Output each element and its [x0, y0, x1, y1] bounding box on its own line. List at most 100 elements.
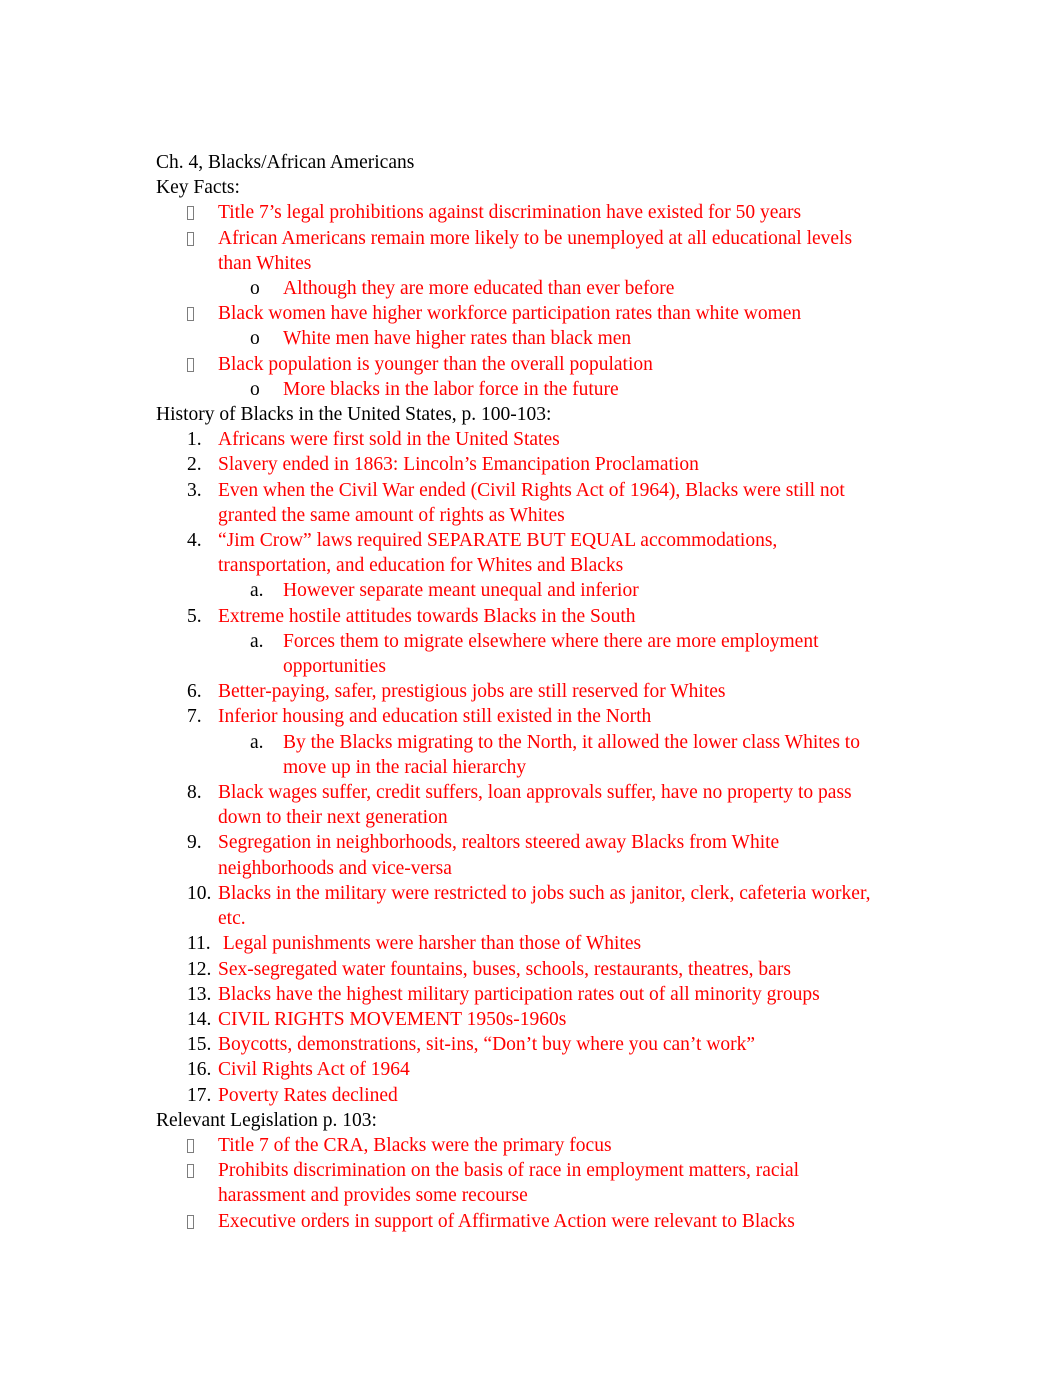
list-item-text: Executive orders in support of Affirmati… [218, 1210, 795, 1232]
list-item: a. However separate meant unequal and inf… [156, 578, 877, 603]
list-marker: 8. [187, 782, 202, 804]
list-item-text: However separate meant unequal and infer… [283, 580, 639, 602]
list-item: 12. Sex-segregated water fountains, buses… [156, 957, 877, 982]
list-marker: 12. [187, 958, 212, 980]
list-item: 10. Blacks in the military were restricte… [156, 881, 877, 931]
list-item-text: Sex-segregated water fountains, buses, s… [218, 958, 791, 980]
list-item: 4. “Jim Crow” laws required SEPARATE BUT … [156, 528, 877, 578]
list-item-text: Civil Rights Act of 1964 [218, 1059, 410, 1081]
section-heading: Key Facts: [156, 177, 240, 199]
list-item: 7. Inferior housing and education still e… [156, 704, 877, 729]
list-item-text: African Americans remain more likely to … [218, 227, 857, 274]
list-item: o More blacks in the labor force in the f… [156, 377, 877, 402]
missing-glyph-box-icon [187, 206, 194, 221]
list-item-text: Segregation in neighborhoods, realtors s… [218, 832, 785, 879]
list-marker: 7. [187, 706, 202, 728]
list-marker: 13. [187, 983, 212, 1005]
list-item: Title 7’s legal prohibitions against dis… [156, 200, 877, 225]
list-marker: o [250, 378, 260, 400]
list-item-text: Prohibits discrimination on the basis of… [218, 1160, 804, 1207]
list-item-text: Boycotts, demonstrations, sit-ins, “Don’… [218, 1034, 756, 1056]
list-item-text: Black wages suffer, credit suffers, loan… [218, 782, 857, 829]
missing-glyph-box-icon [187, 1164, 194, 1179]
list-item: Title 7 of the CRA, Blacks were the prim… [156, 1133, 877, 1158]
list-marker: 4. [187, 530, 202, 552]
missing-glyph-box-icon [187, 1138, 194, 1153]
list-item: o White men have higher rates than black … [156, 326, 877, 351]
document-body: Ch. 4, Blacks/African Americans Key Fact… [156, 150, 877, 1234]
list-marker: 11. [187, 933, 211, 955]
list-item-text: Although they are more educated than eve… [283, 278, 675, 300]
list-item: 9. Segregation in neighborhoods, realtors… [156, 830, 877, 880]
list-item-text: Inferior housing and education still exi… [218, 706, 652, 728]
list-item: 6. Better-paying, safer, prestigious jobs… [156, 679, 877, 704]
list-item: a. By the Blacks migrating to the North, … [156, 730, 877, 780]
list-item: 13. Blacks have the highest military part… [156, 982, 877, 1007]
list-item-text: White men have higher rates than black m… [283, 328, 632, 350]
bullet-marker-icon [187, 301, 218, 326]
list-item-text: Even when the Civil War ended (Civil Rig… [218, 479, 850, 526]
list-marker: 16. [187, 1059, 212, 1081]
list-item-text: Black population is younger than the ove… [218, 353, 653, 375]
list-item: African Americans remain more likely to … [156, 226, 877, 276]
list-marker: a. [250, 630, 264, 652]
list-item: 11. Legal punishments were harsher than … [156, 931, 877, 956]
list-marker: 15. [187, 1034, 212, 1056]
bullet-marker-icon [187, 200, 218, 225]
bullet-marker-icon [187, 1209, 218, 1234]
list-item-text: Africans were first sold in the United S… [218, 429, 560, 451]
list-marker: o [250, 328, 260, 350]
list-item-text: CIVIL RIGHTS MOVEMENT 1950s-1960s [218, 1008, 567, 1030]
list-item: a. Forces them to migrate elsewhere where… [156, 629, 877, 679]
list-item: 16. Civil Rights Act of 1964 [156, 1057, 877, 1082]
missing-glyph-box-icon [187, 1214, 194, 1229]
list-item: 14. CIVIL RIGHTS MOVEMENT 1950s-1960s [156, 1007, 877, 1032]
list-item: 3. Even when the Civil War ended (Civil R… [156, 478, 877, 528]
list-marker: 10. [187, 882, 212, 904]
list-item-text: Poverty Rates declined [218, 1084, 398, 1106]
list-marker: 5. [187, 605, 202, 627]
list-marker: 14. [187, 1008, 212, 1030]
list-item: Prohibits discrimination on the basis of… [156, 1158, 877, 1208]
list-item: 15. Boycotts, demonstrations, sit-ins, “D… [156, 1032, 877, 1057]
list-item: Black women have higher workforce partic… [156, 301, 877, 326]
list-marker: a. [250, 731, 264, 753]
list-item: Executive orders in support of Affirmati… [156, 1209, 877, 1234]
bullet-marker-icon [187, 1133, 218, 1158]
list-item: 8. Black wages suffer, credit suffers, lo… [156, 780, 877, 830]
list-item-text: Extreme hostile attitudes towards Blacks… [218, 605, 636, 627]
section-heading: History of Blacks in the United States, … [156, 404, 552, 426]
document-content: Key Facts: Title 7’s legal prohibitions a… [156, 175, 877, 1234]
list-item-text: Legal punishments were harsher than thos… [218, 933, 642, 955]
list-marker: 9. [187, 832, 202, 854]
list-item-text: By the Blacks migrating to the North, it… [283, 731, 865, 778]
list-marker: a. [250, 580, 264, 602]
list-item-text: Slavery ended in 1863: Lincoln’s Emancip… [218, 454, 699, 476]
bullet-marker-icon [187, 1158, 218, 1183]
list-item: 2. Slavery ended in 1863: Lincoln’s Emanc… [156, 452, 877, 477]
list-item-text: Title 7 of the CRA, Blacks were the prim… [218, 1134, 612, 1156]
list-item: 17. Poverty Rates declined [156, 1083, 877, 1108]
list-item: 5. Extreme hostile attitudes towards Blac… [156, 604, 877, 629]
document-page: Ch. 4, Blacks/African Americans Key Fact… [0, 0, 1062, 1377]
list-item: 1. Africans were first sold in the United… [156, 427, 877, 452]
list-item-text: Blacks in the military were restricted t… [218, 882, 876, 930]
missing-glyph-box-icon [187, 307, 194, 322]
bullet-marker-icon [187, 352, 218, 377]
list-item-text: Better-paying, safer, prestigious jobs a… [218, 681, 726, 703]
missing-glyph-box-icon [187, 231, 194, 246]
list-item-text: Title 7’s legal prohibitions against dis… [218, 202, 802, 224]
missing-glyph-box-icon [187, 357, 194, 372]
list-marker: 6. [187, 681, 202, 703]
list-item-text: “Jim Crow” laws required SEPARATE BUT EQ… [218, 530, 783, 577]
list-item: o Although they are more educated than ev… [156, 276, 877, 301]
list-item-text: Black women have higher workforce partic… [218, 303, 802, 325]
list-marker: 17. [187, 1084, 212, 1106]
list-item-text: More blacks in the labor force in the fu… [283, 378, 619, 400]
section-heading: Relevant Legislation p. 103: [156, 1109, 377, 1131]
list-marker: 3. [187, 479, 202, 501]
list-item: Black population is younger than the ove… [156, 352, 877, 377]
list-item-text: Forces them to migrate elsewhere where t… [283, 630, 824, 678]
bullet-marker-icon [187, 226, 218, 251]
list-marker: o [250, 278, 260, 300]
